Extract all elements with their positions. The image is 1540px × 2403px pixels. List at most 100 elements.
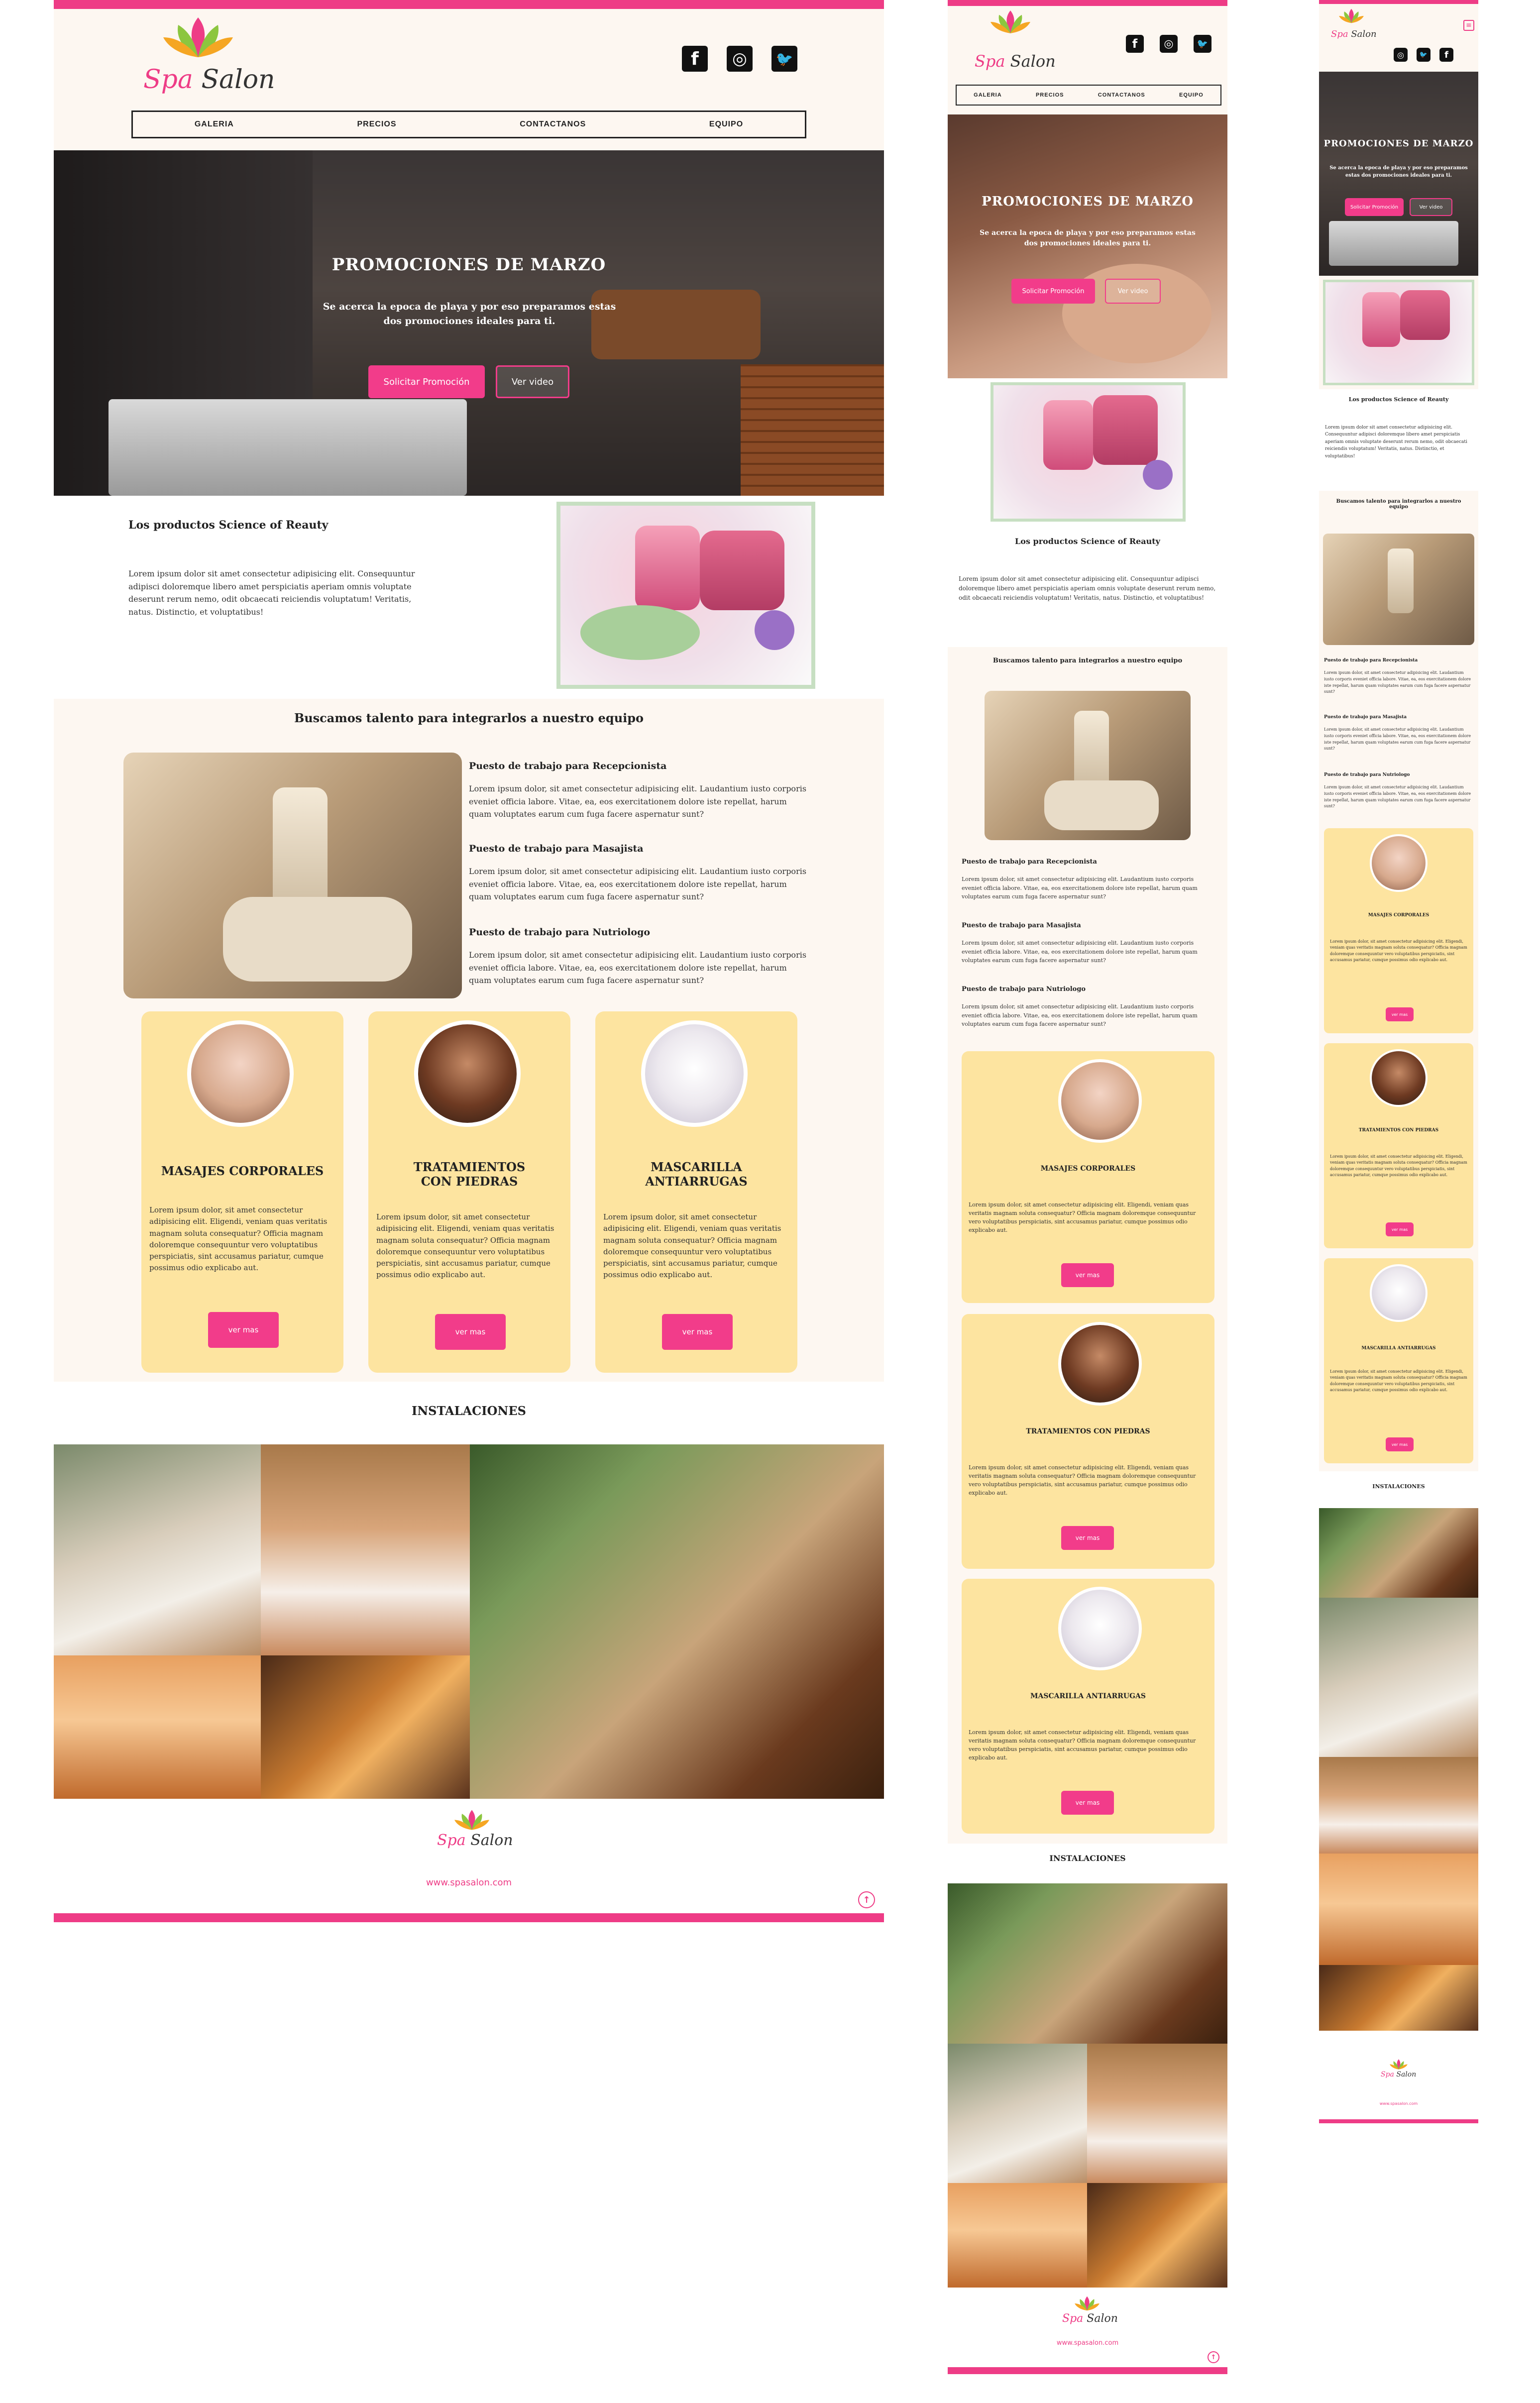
gallery-photo-5 bbox=[1087, 2183, 1227, 2288]
watch-video-button[interactable]: Ver video bbox=[496, 365, 569, 398]
gallery-photo-2 bbox=[261, 1444, 470, 1655]
top-pink-bar bbox=[54, 0, 884, 9]
facebook-icon[interactable]: f bbox=[682, 46, 708, 72]
facilities-title: INSTALACIONES bbox=[1049, 1854, 1126, 1863]
footer-logo[interactable]: Spa Salon bbox=[422, 1809, 522, 1863]
service-title: MASAJES CORPORALES bbox=[1040, 1165, 1136, 1173]
job-text-1: Lorem ipsum dolor, sit amet consectetur … bbox=[962, 876, 1198, 900]
footer-logo[interactable]: Spa Salon bbox=[1374, 2059, 1424, 2088]
service-card-stones: TRATAMIENTOS CON PIEDRAS Lorem ipsum dol… bbox=[1324, 1043, 1473, 1248]
lotus-logo-icon bbox=[1075, 2296, 1100, 2311]
service-text: Lorem ipsum dolor, sit amet consectetur … bbox=[969, 1464, 1196, 1497]
talent-image bbox=[985, 691, 1191, 840]
massage-more-button[interactable]: ver mas bbox=[1386, 1007, 1414, 1021]
top-pink-bar bbox=[1319, 0, 1478, 4]
logo-spa-word: Spa bbox=[437, 1832, 466, 1849]
hero-bg-wood bbox=[741, 364, 884, 496]
facebook-icon[interactable]: f bbox=[1439, 48, 1453, 62]
job-title-3: Puesto de trabajo para Nutriologo bbox=[469, 927, 651, 938]
request-promo-button[interactable]: Solicitar Promoción bbox=[1011, 279, 1095, 304]
products-title: Los productos Science of Reauty bbox=[128, 519, 329, 532]
nav-galeria[interactable]: GALERIA bbox=[974, 92, 1002, 98]
gallery-photo-5 bbox=[1319, 1965, 1478, 2031]
products-image bbox=[556, 502, 815, 689]
logo-spa-word: Spa bbox=[1331, 29, 1348, 39]
flower-shape bbox=[755, 610, 794, 650]
cloth-bag bbox=[223, 897, 412, 982]
menu-icon[interactable]: ≡ bbox=[1463, 20, 1474, 31]
talent-title: Buscamos talento para integrarlos a nues… bbox=[294, 711, 644, 725]
job-title-2: Puesto de trabajo para Masajista bbox=[962, 922, 1081, 929]
service-card-stones: TRATAMIENTOS CON PIEDRAS Lorem ipsum dol… bbox=[368, 1011, 570, 1373]
footer-url[interactable]: www.spasalon.com bbox=[948, 2339, 1227, 2347]
scroll-top-icon[interactable]: ↑ bbox=[1208, 2351, 1219, 2363]
nav-precios[interactable]: PRECIOS bbox=[1036, 92, 1064, 98]
nav-precios[interactable]: PRECIOS bbox=[357, 120, 397, 129]
massage-photo bbox=[1370, 834, 1428, 892]
gallery-photo-1 bbox=[54, 1444, 261, 1655]
tablet-frame: Spa Salon f ◎ 🐦 GALERIA PRECIOS CONTACTA… bbox=[948, 0, 1227, 2374]
lotus-logo-icon bbox=[454, 1810, 489, 1830]
lotion-bottle bbox=[1388, 548, 1414, 613]
hero-banner: PROMOCIONES DE MARZO Se acerca la epoca … bbox=[1319, 72, 1478, 276]
mask-more-button[interactable]: ver mas bbox=[1061, 1791, 1114, 1815]
stones-more-button[interactable]: ver mas bbox=[435, 1314, 506, 1350]
nav-contactanos[interactable]: CONTACTANOS bbox=[1098, 92, 1145, 98]
nav-contactanos[interactable]: CONTACTANOS bbox=[520, 120, 586, 129]
hero-subtitle: Se acerca la epoca de playa y por eso pr… bbox=[980, 229, 1196, 247]
mask-more-button[interactable]: ver mas bbox=[1386, 1437, 1414, 1451]
facebook-icon[interactable]: f bbox=[1126, 35, 1144, 53]
job-title-2: Puesto de trabajo para Masajista bbox=[469, 843, 644, 854]
request-promo-button[interactable]: Solicitar Promoción bbox=[1345, 198, 1404, 216]
main-nav: GALERIA PRECIOS CONTACTANOS EQUIPO bbox=[956, 85, 1221, 106]
massage-more-button[interactable]: ver mas bbox=[208, 1312, 279, 1348]
nav-galeria[interactable]: GALERIA bbox=[195, 120, 234, 129]
gallery-photo-3 bbox=[948, 1883, 1227, 2044]
products-title: Los productos Science of Reauty bbox=[1348, 396, 1449, 403]
logo-spa-word: Spa bbox=[975, 52, 1005, 71]
gallery-photo-5 bbox=[261, 1655, 470, 1799]
logo-spa-word: Spa bbox=[143, 65, 193, 95]
watch-video-button[interactable]: Ver video bbox=[1105, 279, 1161, 304]
footer-logo[interactable]: Spa Salon bbox=[1047, 2295, 1127, 2335]
scroll-top-icon[interactable]: ↑ bbox=[858, 1891, 875, 1908]
instagram-icon[interactable]: ◎ bbox=[1160, 35, 1178, 53]
instagram-icon[interactable]: ◎ bbox=[1394, 48, 1408, 62]
service-text: Lorem ipsum dolor, sit amet consectetur … bbox=[603, 1212, 781, 1280]
twitter-icon[interactable]: 🐦 bbox=[771, 46, 797, 72]
site-logo[interactable]: Spa Salon bbox=[123, 15, 275, 105]
site-logo[interactable]: Spa Salon bbox=[961, 9, 1060, 74]
gallery-photo-1 bbox=[948, 2044, 1087, 2183]
service-card-massage: MASAJES CORPORALES Lorem ipsum dolor, si… bbox=[962, 1051, 1214, 1303]
nav-equipo[interactable]: EQUIPO bbox=[709, 120, 743, 129]
instagram-icon[interactable]: ◎ bbox=[727, 46, 753, 72]
twitter-icon[interactable]: 🐦 bbox=[1194, 35, 1211, 53]
watch-video-button[interactable]: Ver video bbox=[1410, 198, 1452, 216]
footer-url[interactable]: www.spasalon.com bbox=[54, 1877, 884, 1888]
talent-image bbox=[123, 753, 462, 998]
mask-more-button[interactable]: ver mas bbox=[662, 1314, 733, 1350]
site-logo[interactable]: Spa Salon bbox=[1324, 5, 1384, 60]
twitter-icon[interactable]: 🐦 bbox=[1417, 48, 1430, 62]
service-card-stones: TRATAMIENTOS CON PIEDRAS Lorem ipsum dol… bbox=[962, 1314, 1214, 1569]
products-image bbox=[1323, 280, 1474, 385]
massage-more-button[interactable]: ver mas bbox=[1061, 1263, 1114, 1287]
nav-equipo[interactable]: EQUIPO bbox=[1179, 92, 1204, 98]
bottom-pink-bar bbox=[948, 2367, 1227, 2374]
logo-text: Spa Salon bbox=[1331, 29, 1377, 39]
service-card-massage: MASAJES CORPORALES Lorem ipsum dolor, si… bbox=[141, 1011, 343, 1373]
service-text: Lorem ipsum dolor, sit amet consectetur … bbox=[1330, 1154, 1467, 1178]
logo-salon-word: Salon bbox=[1396, 2071, 1417, 2078]
gallery-photo-2 bbox=[1087, 2044, 1227, 2183]
gallery-photo-1 bbox=[1319, 1598, 1478, 1757]
hero-title: PROMOCIONES DE MARZO bbox=[1323, 138, 1474, 149]
footer-url[interactable]: www.spasalon.com bbox=[1319, 2101, 1478, 2106]
request-promo-button[interactable]: Solicitar Promoción bbox=[368, 365, 485, 398]
job-title-1: Puesto de trabajo para Recepcionista bbox=[962, 858, 1097, 866]
stones-more-button[interactable]: ver mas bbox=[1386, 1222, 1414, 1236]
bottom-pink-bar bbox=[54, 1913, 884, 1922]
service-card-mask: MASCARILLA ANTIARRUGAS Lorem ipsum dolor… bbox=[962, 1579, 1214, 1834]
job-text-2: Lorem ipsum dolor, sit amet consectetur … bbox=[1324, 727, 1471, 751]
hero-subtitle: Se acerca la epoca de playa y por eso pr… bbox=[1329, 165, 1468, 178]
stones-more-button[interactable]: ver mas bbox=[1061, 1526, 1114, 1550]
